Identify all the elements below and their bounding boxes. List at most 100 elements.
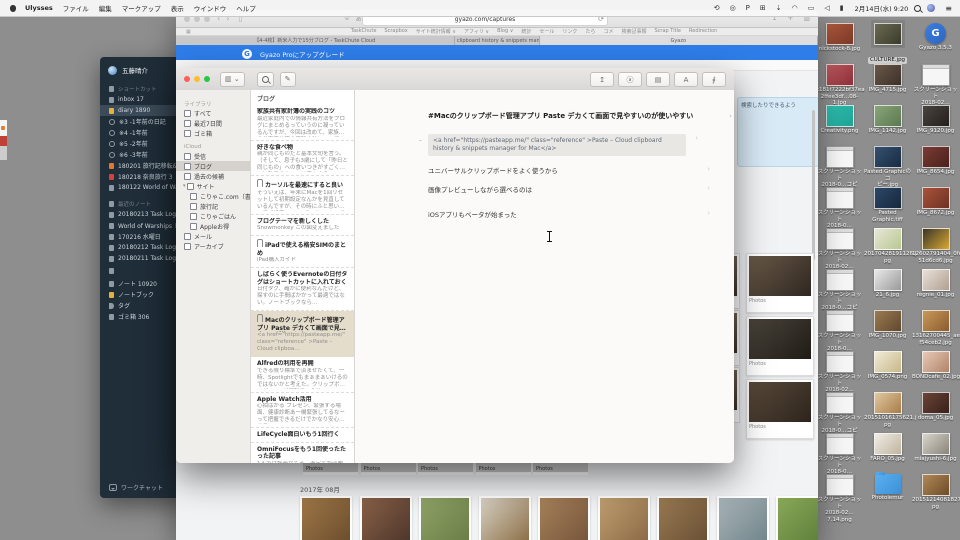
desktop-icon[interactable]: doma_05.jpg — [912, 391, 959, 432]
typography-icon[interactable]: A — [674, 72, 698, 87]
spotlight-search-icon[interactable] — [914, 5, 921, 12]
status-icon[interactable]: ◎ — [730, 4, 736, 12]
desktop-icon[interactable]: 21_6.jpg — [864, 268, 911, 309]
bookmark-item[interactable]: Blog ∨ — [497, 28, 513, 35]
library-item[interactable]: すべて — [176, 108, 250, 118]
library-item[interactable]: 受信 — [176, 151, 250, 161]
status-icon[interactable]: ▭ — [808, 4, 815, 12]
library-item[interactable]: こりゃこ.com（書い… — [176, 191, 250, 201]
bookmark-item[interactable]: 検索記事類 — [621, 28, 646, 35]
search-button[interactable] — [257, 72, 274, 87]
desktop-icon[interactable]: G Gyazo 3.5.3 — [912, 22, 959, 63]
minimize-button[interactable] — [194, 76, 200, 82]
siri-icon[interactable] — [927, 4, 935, 12]
desktop-icon[interactable]: IMG_8672.jpg — [912, 186, 959, 227]
work-chat-button[interactable]: ワークチャット — [109, 483, 163, 492]
desktop-icon[interactable]: BONDcafe_02.jpg — [912, 350, 959, 391]
capture-card[interactable]: Photos — [746, 379, 814, 439]
capture-card[interactable]: Photos — [746, 253, 814, 313]
library-item[interactable]: ▾ サイト — [176, 181, 250, 191]
bookmark-item[interactable]: Scrap Title — [654, 28, 681, 35]
menu-item[interactable]: マークアップ — [122, 3, 161, 13]
menu-item[interactable]: 表示 — [171, 3, 184, 13]
editor-content[interactable]: #Macのクリップボード管理アプリ Paste デカくて画面で見やすいのが使いや… — [428, 112, 720, 219]
menu-item[interactable]: ウインドウ — [194, 3, 227, 13]
desktop-icon[interactable]: スクリーンショット2018-02…34.png — [816, 350, 863, 391]
bookmark-item[interactable]: セール — [539, 28, 554, 35]
sheet-list-item[interactable]: Alfredの利用を再開 できる限り標準で済ませたくて、一時、Spotlight… — [251, 357, 354, 393]
desktop-icon[interactable]: スクリーンショット2018-0…コピー.jpg — [816, 268, 863, 309]
page-scrollbar[interactable] — [812, 110, 815, 260]
zoom-button[interactable] — [204, 76, 210, 82]
browser-tab[interactable]: 【4-4枚】新米人力で15分ブログ - TaskChute Cloud — [176, 36, 455, 45]
ulysses-window[interactable]: ▥ ⌄ ✎ ↥ ⓐ ▤ A ∮ ライブラリ すべて — [176, 68, 734, 463]
library-item[interactable]: メール — [176, 231, 250, 241]
editor-pane[interactable]: #Macのクリップボード管理アプリ Paste デカくて画面で見やすいのが使いや… — [355, 90, 734, 463]
bookmark-item[interactable]: コメ — [603, 28, 613, 35]
desktop-icon[interactable]: Photolemur — [864, 473, 911, 514]
status-icon[interactable]: ⟲ — [714, 4, 720, 12]
desktop-icon[interactable]: IMG_1070.jpg — [864, 309, 911, 350]
close-button[interactable] — [184, 76, 190, 82]
library-item[interactable]: iCloud — [176, 142, 250, 151]
desktop-icon[interactable]: Pasted Graphicのコピー.jpg — [864, 145, 911, 186]
status-icon[interactable]: ◠ — [792, 4, 798, 12]
desktop-icon[interactable]: CULTURE.jpg — [864, 22, 911, 63]
capture-thumbnail[interactable] — [776, 496, 818, 540]
sheet-list-item[interactable]: 家族共有家計簿の実践のコツ 最近家庭内での情報共有方法をブログにまとめるっていう… — [251, 105, 354, 141]
desktop-icon[interactable]: regnie_01.jpg — [912, 268, 959, 309]
library-item[interactable]: ブログ — [176, 161, 250, 171]
desktop-icon[interactable]: IMG_1142.jpg — [864, 104, 911, 145]
library-item[interactable]: こりゃごはん — [176, 211, 250, 221]
share-icon[interactable]: ↥ — [590, 72, 614, 87]
library-item[interactable]: Appleお得 — [176, 221, 250, 231]
editor-paragraph[interactable]: 画像プレビューしながら選べるのは — [428, 184, 698, 194]
annotation-icon[interactable]: ⓐ — [618, 72, 642, 87]
bookmark-item[interactable]: たら — [585, 28, 595, 35]
editor-selected-code[interactable]: <a href="https://pasteapp.me/" class="re… — [428, 134, 686, 156]
desktop-icon[interactable]: 20151016175621.jpg — [864, 391, 911, 432]
desktop-icon[interactable]: スクリーンショット2018-0…7_14.png — [816, 432, 863, 473]
desktop-icon[interactable]: スクリーンショット2018-0…コピー.jpg — [816, 391, 863, 432]
favorites-grid-icon[interactable]: ▦ — [186, 29, 191, 35]
desktop-icon[interactable]: スクリーンショット2018-02…7.14.png — [816, 473, 863, 514]
menu-item[interactable]: ヘルプ — [236, 3, 256, 13]
menu-item[interactable]: ファイル — [63, 3, 89, 13]
capture-thumbnail[interactable] — [657, 496, 709, 540]
desktop-icon[interactable]: スクリーンショット2018-02…30.png — [816, 227, 863, 268]
bookmark-item[interactable]: サイト統計情報 ∨ — [416, 28, 456, 35]
library-item[interactable]: ライブラリ — [176, 99, 250, 108]
desktop-icon[interactable]: スクリーンショット2018-02…5.17.png — [912, 63, 959, 104]
library-item[interactable]: 最近7日間 — [176, 118, 250, 128]
status-icon[interactable]: ▮ — [840, 4, 844, 12]
desktop-icon[interactable]: スクリーンショット2018-0…6_30.png — [816, 186, 863, 227]
editor-paragraph[interactable]: iOSアプリもベータが始まった — [428, 209, 698, 219]
capture-thumbnail[interactable] — [419, 496, 471, 540]
sheet-list-item[interactable]: iPadで使える格安SIMのまとめ iPad購入ガイド — [251, 236, 354, 268]
library-item[interactable]: 旅行記 — [176, 201, 250, 211]
app-menu-title[interactable]: Ulysses — [25, 4, 53, 12]
desktop-icon[interactable]: FARO_05.jpg — [864, 432, 911, 473]
capture-card-bottom[interactable]: Photos — [361, 463, 416, 475]
browser-tab[interactable]: Gyazo — [540, 36, 819, 45]
sheet-list-item[interactable]: Macのクリップボード管理アプリ Paste デカくて画面で見やすいのが使いやす… — [251, 311, 354, 357]
desktop-icon[interactable]: Creativity.png — [816, 104, 863, 145]
editor-paragraph[interactable]: ユニバーサルクリップボードをよく使うから — [428, 165, 698, 175]
disclosure-triangle-icon[interactable]: ▾ — [183, 183, 186, 189]
editor-heading[interactable]: #Macのクリップボード管理アプリ Paste デカくて画面で見やすいのが使いや… — [428, 112, 720, 121]
sheet-list-item[interactable]: LifeCycle面白いもう1回行く — [251, 428, 354, 443]
bookmark-item[interactable]: リンク — [562, 28, 577, 35]
desktop-icon[interactable]: IMG_4715.jpg — [864, 63, 911, 104]
desktop-icon[interactable]: 20151214081827.jpg — [912, 473, 959, 514]
bookmark-item[interactable]: Scrapbox — [384, 28, 407, 35]
capture-thumbnail[interactable] — [717, 496, 769, 540]
sheet-list-item[interactable]: カーソルを最速にすると良い そういえば、年末にMacを1回リセットして初期設定な… — [251, 176, 354, 215]
desktop-icon[interactable]: miajyushi-6.jpg — [912, 432, 959, 473]
desktop-icon[interactable]: IMG_9120.jpg — [912, 104, 959, 145]
status-icon[interactable]: ⇣ — [776, 4, 782, 12]
capture-card-bottom[interactable]: Photos — [303, 463, 358, 475]
desktop-icon[interactable]: c181f7222bf37ea2ffee3df…08-1.jpg — [816, 63, 863, 104]
library-item[interactable]: 過去の候補 — [176, 171, 250, 181]
menu-bar-clock[interactable]: 2月14日(水) 9:20 — [855, 3, 909, 13]
library-item[interactable]: アーカイブ — [176, 241, 250, 251]
